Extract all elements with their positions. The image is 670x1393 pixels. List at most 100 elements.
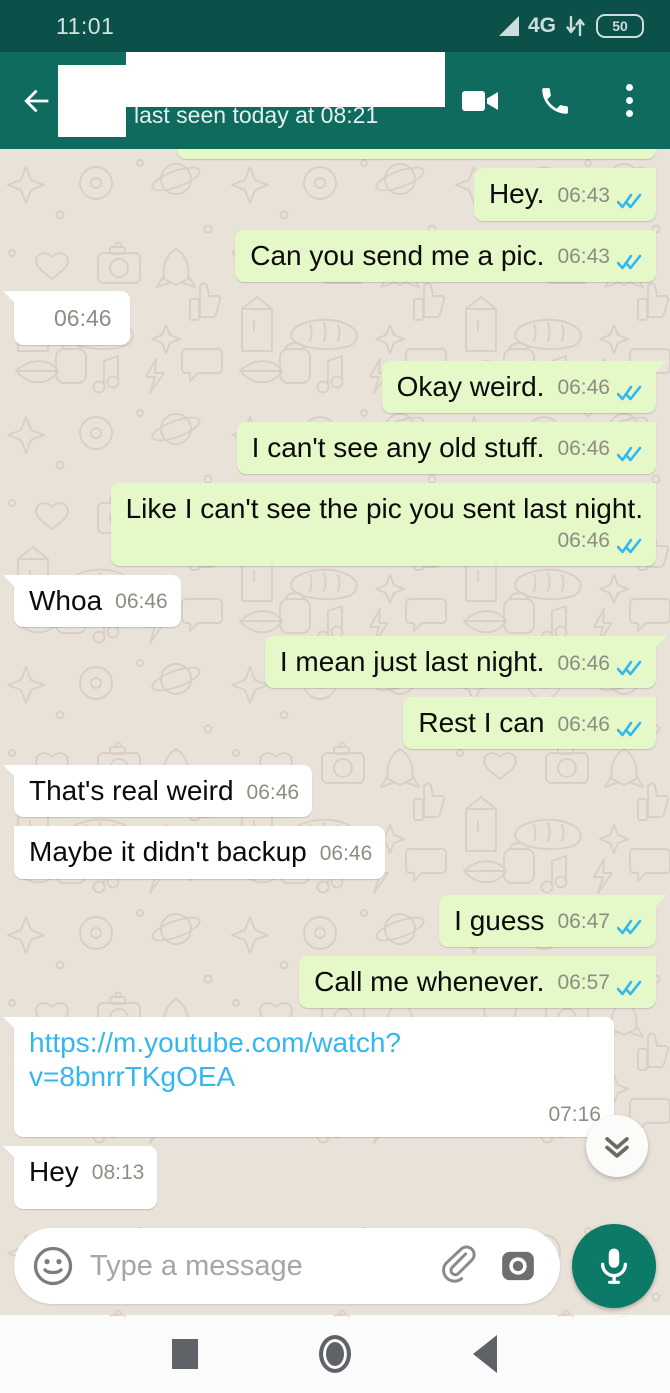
message-row: Can you send me a pic. 06:43 <box>14 229 656 282</box>
message-timestamp: 06:43 <box>557 183 610 207</box>
home-circle-icon[interactable] <box>312 1331 358 1377</box>
read-receipt-icon <box>617 538 643 554</box>
message-row: Whoa 06:46 <box>3 574 656 627</box>
messages-container: 05:25 I'm rebooting the phone. Brb 06:40 <box>0 149 670 1217</box>
last-seen-label: last seen today at 08:21 <box>134 102 379 128</box>
read-receipt-icon <box>617 446 643 462</box>
back-triangle-icon[interactable] <box>462 1331 508 1377</box>
recents-square-icon[interactable] <box>162 1331 208 1377</box>
list-item[interactable]: Can you send me a pic. 06:43 <box>235 229 656 282</box>
message-timestamp: 08:13 <box>91 1161 145 1185</box>
message-row: Rest I can 06:46 <box>14 697 656 750</box>
microphone-icon[interactable] <box>572 1224 656 1308</box>
message-text: I guess <box>454 904 545 936</box>
message-timestamp: 06:47 <box>557 910 610 934</box>
list-item[interactable]: That's real weird 06:46 <box>2 765 313 818</box>
list-item[interactable]: I can't see any old stuff. 06:46 <box>236 421 656 475</box>
whatsapp-chat-screen: 11:01 4G 50 last seen today at 08:21 Hey… <box>0 0 670 1393</box>
avatar[interactable] <box>58 64 126 137</box>
message-timestamp: 06:46 <box>54 304 112 331</box>
data-transfer-icon <box>565 14 587 38</box>
message-list[interactable]: 05:25 I'm rebooting the phone. Brb 06:40 <box>0 149 670 1217</box>
message-meta: 06:46 <box>557 712 643 741</box>
list-item[interactable]: https://m.youtube.com/watch?v=8bnrrTKgOE… <box>3 1016 614 1137</box>
message-timestamp: 06:46 <box>246 780 300 804</box>
message-timestamp: 06:46 <box>557 437 610 461</box>
message-meta: 06:46 <box>557 436 643 465</box>
message-meta: 06:46 <box>115 589 168 618</box>
message-timestamp: 06:46 <box>557 376 610 400</box>
list-item[interactable]: Like I can't see the pic you sent last n… <box>110 483 656 566</box>
battery-indicator: 50 <box>596 14 644 38</box>
message-text: That's real weird <box>29 775 234 807</box>
video-call-icon[interactable] <box>462 82 500 120</box>
network-type-label: 4G <box>527 14 556 37</box>
list-item[interactable]: Okay weird. 06:46 <box>381 360 668 413</box>
message-row: I'm rebooting the phone. Brb 06:40 <box>14 149 656 160</box>
list-item[interactable]: Call me whenever. 06:57 <box>299 955 656 1008</box>
message-row: Maybe it didn't backup 06:46 <box>14 826 656 879</box>
phone-call-icon[interactable] <box>536 82 574 120</box>
read-receipt-icon <box>617 721 643 737</box>
message-text: Hey <box>29 1155 79 1187</box>
read-receipt-icon <box>617 660 643 676</box>
message-text: Hey. <box>488 178 545 210</box>
message-row: 06:46 <box>3 290 656 345</box>
list-item[interactable]: Hey. 06:43 <box>473 168 656 221</box>
contact-info[interactable]: last seen today at 08:21 <box>126 43 452 149</box>
paperclip-icon[interactable] <box>440 1245 482 1287</box>
message-row: Like I can't see the pic you sent last n… <box>14 483 656 566</box>
scroll-to-bottom-button[interactable] <box>586 1115 648 1177</box>
message-timestamp: 06:46 <box>115 590 168 614</box>
contact-name <box>126 43 445 107</box>
message-timestamp: 06:57 <box>557 971 610 995</box>
more-options-icon[interactable] <box>610 82 648 120</box>
message-input-field[interactable]: Type a message <box>14 1228 560 1304</box>
message-row: I can't see any old stuff. 06:46 <box>14 421 656 475</box>
message-meta: 06:57 <box>557 970 643 999</box>
message-link[interactable]: https://m.youtube.com/watch?v=8bnrrTKgOE… <box>29 1026 601 1094</box>
message-text: Maybe it didn't backup <box>29 836 307 868</box>
message-text: I'm rebooting the phone. Brb <box>192 149 544 150</box>
message-text: I can't see any old stuff. <box>251 431 545 463</box>
message-row: Hey. 06:43 <box>14 168 656 221</box>
chat-header: last seen today at 08:21 <box>0 43 670 149</box>
list-item[interactable]: I mean just last night. 06:46 <box>264 635 668 689</box>
message-composer: Type a message <box>0 1217 670 1317</box>
read-receipt-icon <box>617 980 643 996</box>
message-meta: 06:43 <box>557 244 643 273</box>
message-text: Like I can't see the pic you sent last n… <box>125 493 643 525</box>
back-arrow-icon[interactable] <box>14 78 60 124</box>
search-input[interactable]: Type a message <box>90 1250 424 1283</box>
message-meta: 06:46 <box>557 651 643 680</box>
read-receipt-icon <box>617 193 643 209</box>
message-meta: 06:43 <box>557 183 643 212</box>
read-receipt-icon <box>617 254 643 270</box>
status-indicators: 4G 50 <box>498 14 644 38</box>
message-timestamp: 07:16 <box>548 1103 601 1127</box>
message-meta: 06:47 <box>557 909 643 938</box>
message-text: Whoa <box>29 584 103 616</box>
android-navigation-bar <box>0 1315 670 1393</box>
message-timestamp: 06:46 <box>557 529 610 553</box>
list-item[interactable]: Whoa 06:46 <box>3 574 181 627</box>
message-row: That's real weird 06:46 <box>2 765 656 818</box>
message-timestamp: 06:46 <box>319 842 373 865</box>
message-meta: 08:13 <box>92 1160 145 1189</box>
list-item[interactable]: Hey 08:13 <box>2 1145 158 1209</box>
camera-icon[interactable] <box>498 1246 538 1286</box>
list-item[interactable]: I guess 06:47 <box>439 894 667 947</box>
message-row: Hey 08:13 <box>2 1145 656 1209</box>
header-actions <box>452 82 648 120</box>
message-row: https://m.youtube.com/watch?v=8bnrrTKgOE… <box>3 1016 656 1137</box>
list-item[interactable]: I'm rebooting the phone. Brb 06:40 <box>176 149 656 160</box>
message-text: I mean just last night. <box>279 645 545 677</box>
message-meta: 06:46 <box>247 780 300 809</box>
list-item[interactable]: Rest I can 06:46 <box>403 697 656 750</box>
list-item[interactable]: 06:46 <box>3 290 130 345</box>
list-item[interactable]: Maybe it didn't backup 06:46 <box>14 826 386 879</box>
message-timestamp: 06:43 <box>557 245 610 269</box>
emoji-smiley-icon[interactable] <box>32 1245 74 1287</box>
message-text: Okay weird. <box>396 370 545 402</box>
message-meta: 07:16 <box>29 1102 601 1128</box>
